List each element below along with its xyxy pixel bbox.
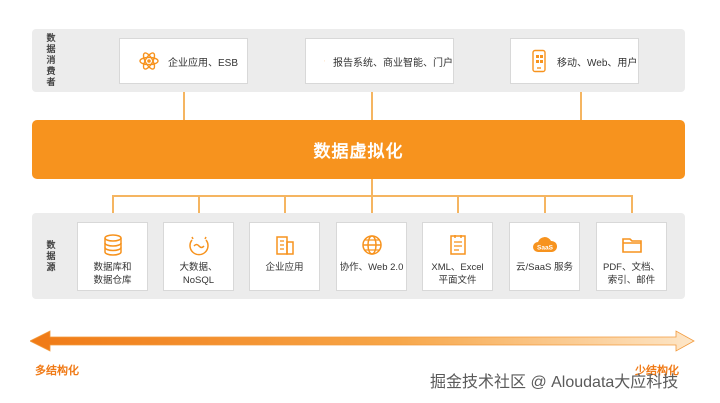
database-icon	[103, 234, 122, 256]
folder-icon	[621, 238, 642, 253]
axis-label-multi-structured: 多结构化	[35, 365, 79, 377]
consumer-enterprise-apps: 企业应用、ESB	[119, 38, 248, 84]
connector-line	[198, 195, 200, 213]
consumer-mobile-web: 移动、Web、用户	[510, 38, 639, 84]
source-label: 企业应用	[265, 262, 304, 273]
source-collaboration-web: 协作、Web 2.0	[336, 222, 407, 291]
globe-icon	[361, 235, 382, 255]
source-enterprise-apps: 企业应用	[249, 222, 320, 291]
source-xml-excel-files: XML、Excel 平面文件	[422, 222, 493, 291]
mobile-icon	[532, 49, 546, 73]
sources-label-char: 源	[46, 262, 56, 272]
source-label: 协作、Web 2.0	[339, 262, 404, 273]
sources-label-char: 数	[46, 240, 56, 250]
connector-line	[544, 195, 546, 213]
source-label: XML、Excel 平面文件	[431, 262, 484, 286]
watermark: 掘金技术社区 @ Aloudata大应科技	[430, 374, 679, 391]
connector-line	[457, 195, 459, 213]
saas-badge-text: SaaS	[537, 245, 554, 252]
consumers-label-char: 者	[46, 77, 56, 87]
source-pdf-docs: PDF、文档、 索引、邮件	[596, 222, 667, 291]
consumers-label-char: 费	[46, 66, 56, 76]
data-virtualization-bar: 数据虚拟化	[32, 120, 685, 179]
connector-line	[183, 92, 185, 120]
building-icon	[275, 236, 294, 255]
source-label: PDF、文档、 索引、邮件	[602, 262, 660, 286]
saas-cloud-icon: SaaS	[532, 237, 557, 252]
connector-line	[371, 179, 373, 195]
connector-line	[631, 195, 633, 213]
report-icon	[324, 60, 325, 62]
virtualization-title: 数据虚拟化	[313, 142, 404, 161]
connector-line	[371, 92, 373, 120]
consumers-label-char: 消	[46, 55, 56, 65]
atom-icon	[139, 52, 159, 70]
source-label: 大数据、 NoSQL	[179, 262, 218, 286]
connector-line	[112, 195, 114, 213]
connector-line	[284, 195, 286, 213]
source-label: 云/SaaS 服务	[515, 262, 574, 273]
source-database: 数据库和 数据仓库	[77, 222, 148, 291]
connector-line	[371, 195, 373, 213]
source-big-data: 大数据、 NoSQL	[163, 222, 234, 291]
consumer-label: 企业应用、ESB	[168, 57, 239, 69]
source-label: 数据库和 数据仓库	[93, 262, 132, 286]
consumer-reporting: 报告系统、商业智能、门户	[305, 38, 454, 84]
consumers-label-char: 数	[46, 33, 56, 43]
consumer-label: 移动、Web、用户	[557, 57, 638, 69]
sources-label-char: 据	[46, 251, 56, 261]
structure-axis-arrow	[30, 330, 695, 352]
data-sources-label: 数 据 源	[45, 240, 57, 273]
xml-document-icon	[449, 235, 466, 255]
consumers-label-char: 据	[46, 44, 56, 54]
data-consumers-label: 数 据 消 费 者	[45, 33, 57, 88]
connector-line	[580, 92, 582, 120]
big-data-icon	[188, 236, 209, 256]
consumer-label: 报告系统、商业智能、门户	[333, 57, 453, 69]
source-cloud-saas: SaaS 云/SaaS 服务	[509, 222, 580, 291]
